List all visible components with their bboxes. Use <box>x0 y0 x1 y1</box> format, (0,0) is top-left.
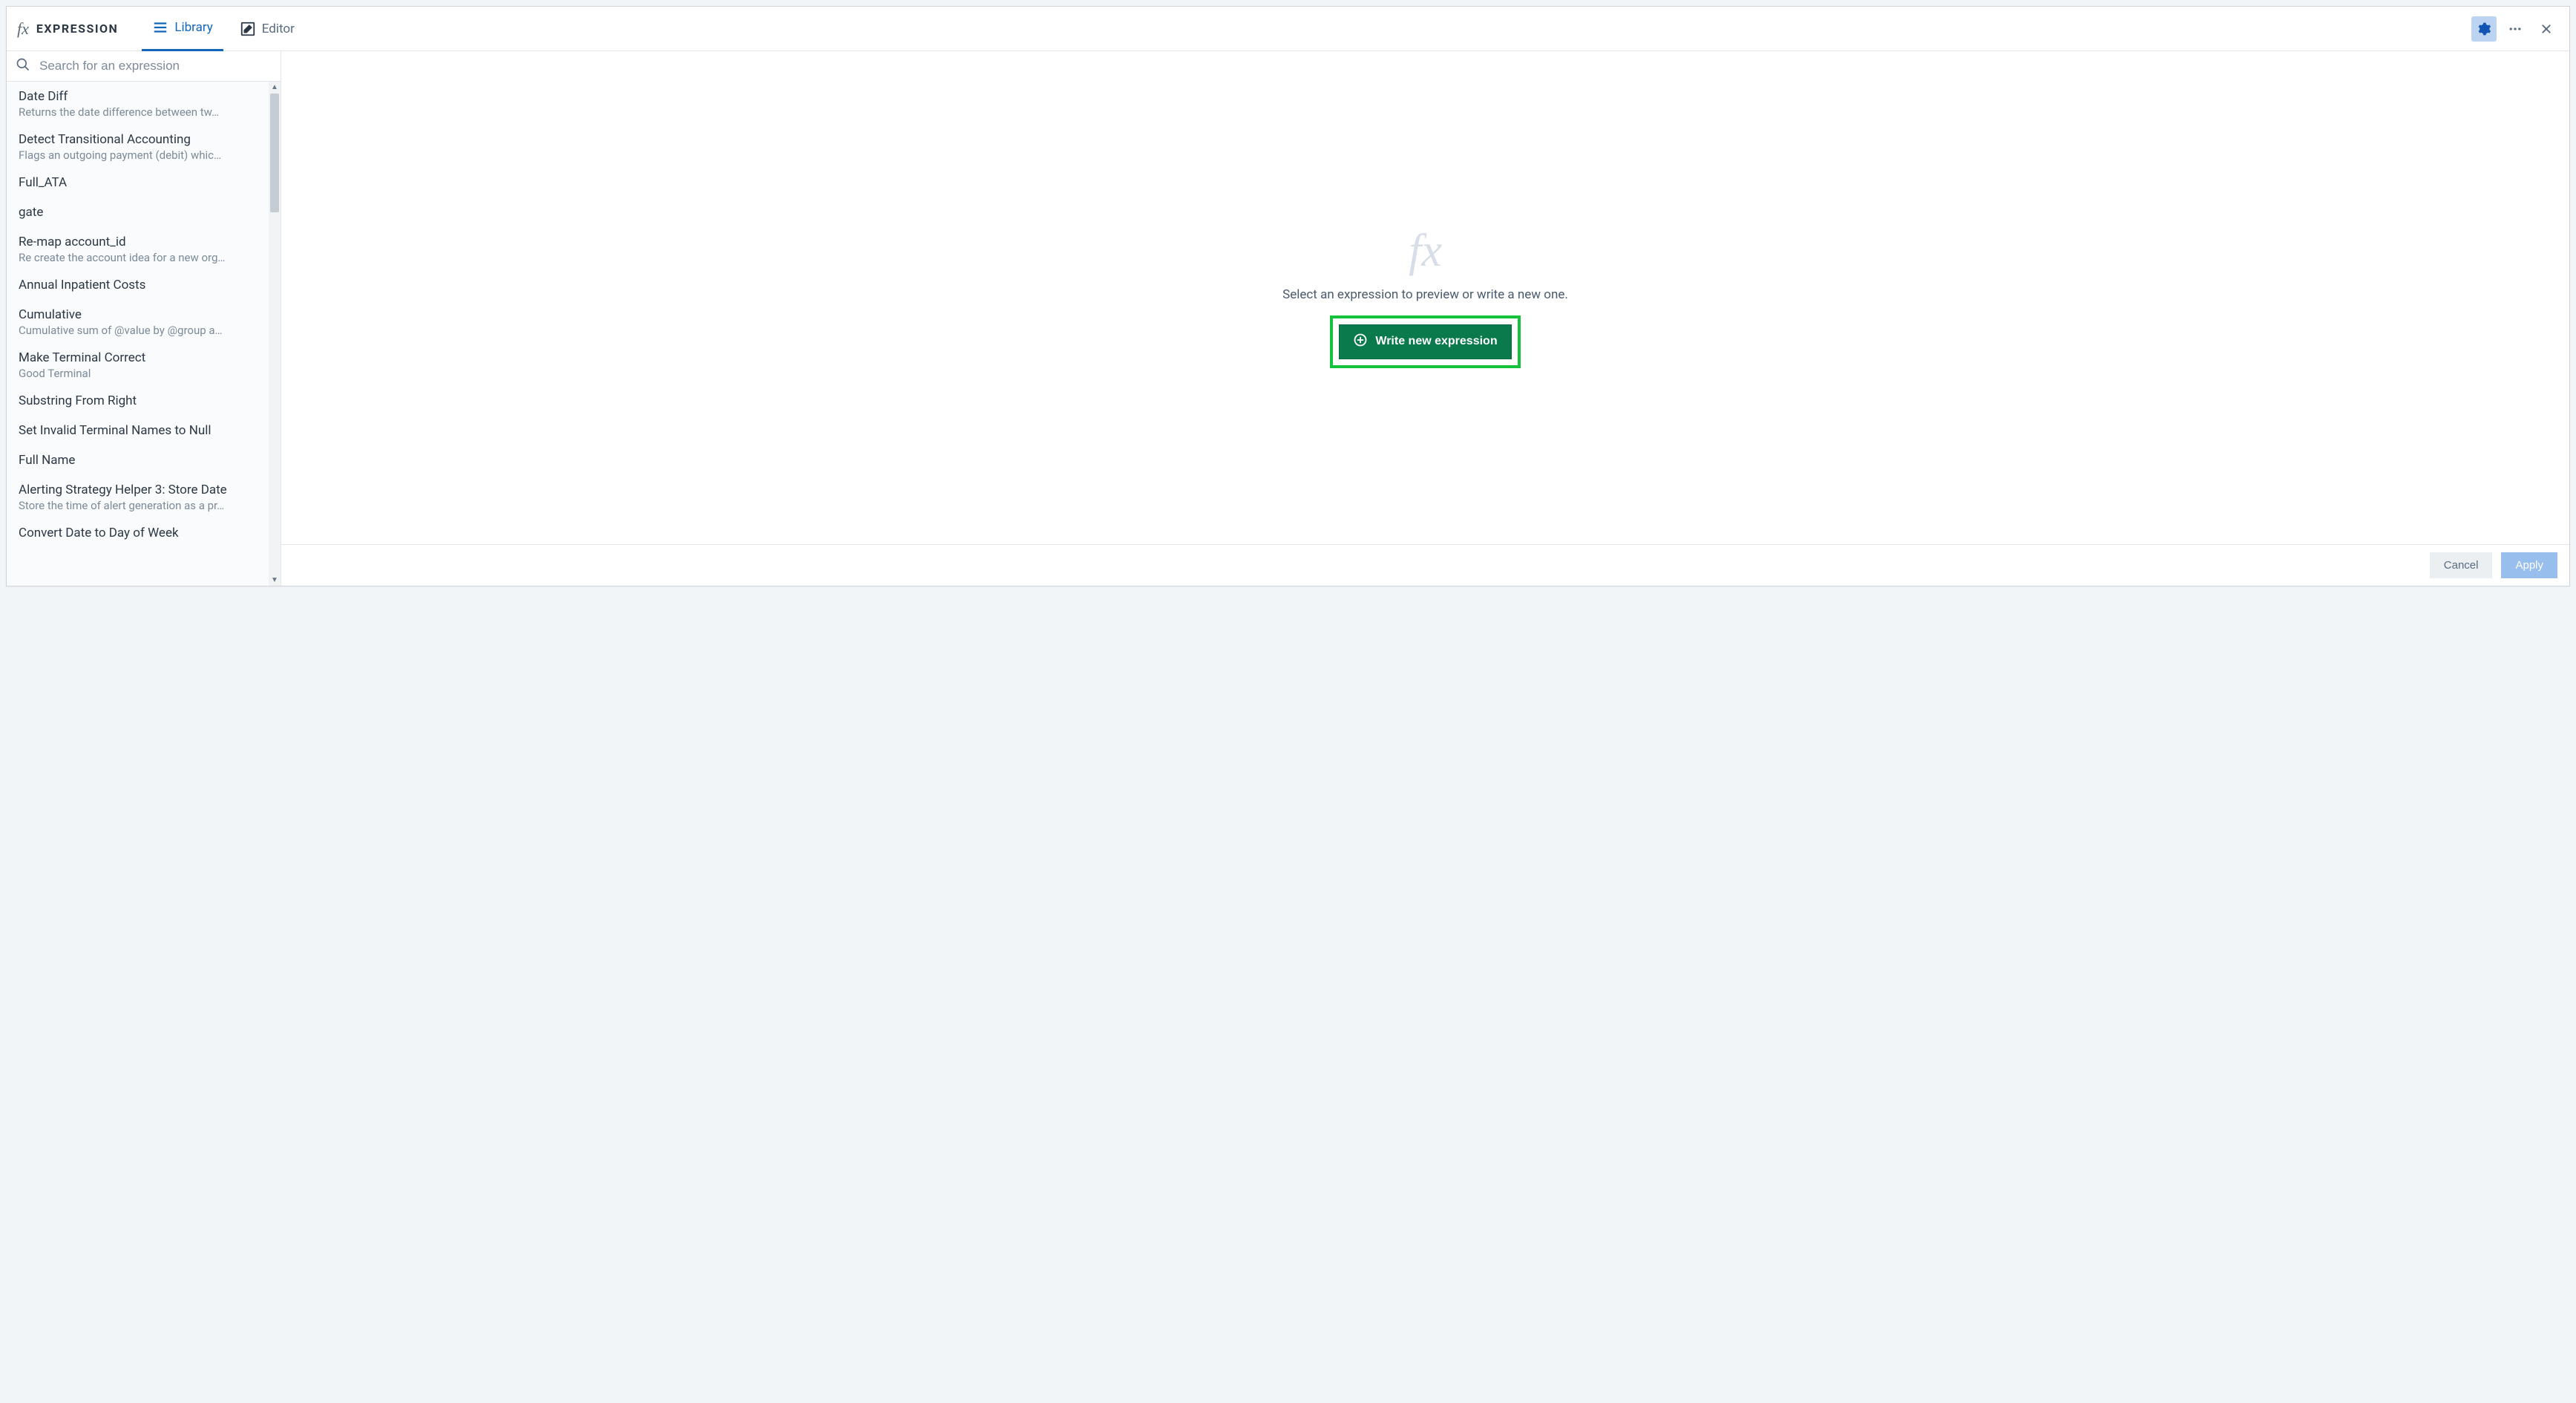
expression-item[interactable]: Substring From Right <box>7 386 281 416</box>
panel-title: EXPRESSION <box>36 22 118 36</box>
gear-icon <box>2477 22 2491 36</box>
expression-item-title: gate <box>19 205 269 220</box>
apply-button[interactable]: Apply <box>2501 552 2557 578</box>
footer-bar: Cancel Apply <box>281 544 2569 586</box>
plus-circle-icon <box>1353 333 1368 351</box>
expression-item-title: Re-map account_id <box>19 235 269 249</box>
header-bar: fx EXPRESSION Library Edito <box>7 7 2569 51</box>
main-pane: fx Select an expression to preview or wr… <box>281 51 2569 586</box>
expression-item-title: Annual Inpatient Costs <box>19 278 269 292</box>
expression-item-subtitle: Cumulative sum of @value by @group a… <box>19 324 256 337</box>
expression-item[interactable]: Convert Date to Day of Week <box>7 518 281 548</box>
search-icon <box>16 57 30 75</box>
expression-item-title: Convert Date to Day of Week <box>19 526 269 540</box>
expression-item-title: Date Diff <box>19 89 269 104</box>
expression-item-title: Detect Transitional Accounting <box>19 132 269 147</box>
cta-highlight: Write new expression <box>1330 315 1520 368</box>
expression-panel: fx EXPRESSION Library Edito <box>6 6 2570 586</box>
expression-item-title: Substring From Right <box>19 393 269 408</box>
empty-state-message: Select an expression to preview or write… <box>1282 287 1568 302</box>
close-icon <box>2540 22 2553 36</box>
expression-item[interactable]: Date DiffReturns the date difference bet… <box>7 82 281 125</box>
close-button[interactable] <box>2534 16 2559 42</box>
fx-large-icon: fx <box>1409 228 1442 274</box>
tab-label: Editor <box>262 22 295 36</box>
expression-sidebar: Date DiffReturns the date difference bet… <box>7 51 281 586</box>
write-new-expression-button[interactable]: Write new expression <box>1339 324 1511 359</box>
search-input[interactable] <box>38 58 272 74</box>
expression-item-subtitle: Flags an outgoing payment (debit) whic… <box>19 148 256 162</box>
scrollbar[interactable]: ▲ ▼ <box>269 82 281 586</box>
expression-item[interactable]: Make Terminal Correct Good Terminal <box>7 343 281 386</box>
scroll-thumb[interactable] <box>270 94 279 212</box>
panel-title-group: fx EXPRESSION <box>17 21 136 37</box>
more-icon <box>2508 22 2523 36</box>
expression-item[interactable]: Full_ATA <box>7 168 281 197</box>
settings-button[interactable] <box>2471 16 2497 42</box>
expression-list: Date DiffReturns the date difference bet… <box>7 82 281 548</box>
scroll-down-icon[interactable]: ▼ <box>271 575 278 586</box>
edit-icon <box>240 21 256 37</box>
fx-icon: fx <box>17 21 29 37</box>
expression-item[interactable]: Full Name <box>7 445 281 475</box>
expression-item[interactable]: gate <box>7 197 281 227</box>
hamburger-icon <box>152 19 168 36</box>
tab-editor[interactable]: Editor <box>229 7 305 51</box>
expression-item-subtitle: Good Terminal <box>19 367 256 380</box>
expression-item[interactable]: Annual Inpatient Costs <box>7 270 281 300</box>
more-button[interactable] <box>2503 16 2528 42</box>
expression-item[interactable]: Re-map account_id Re create the account i… <box>7 227 281 270</box>
expression-item[interactable]: Cumulative Cumulative sum of @value by @g… <box>7 300 281 343</box>
cta-label: Write new expression <box>1375 335 1497 348</box>
expression-item[interactable]: Detect Transitional AccountingFlags an o… <box>7 125 281 168</box>
expression-item-title: Cumulative <box>19 307 269 322</box>
content-area: Date DiffReturns the date difference bet… <box>7 51 2569 586</box>
expression-item-title: Set Invalid Terminal Names to Null <box>19 423 269 438</box>
expression-item-subtitle: Re create the account idea for a new org… <box>19 251 256 264</box>
tab-label: Library <box>174 20 212 35</box>
expression-list-scrollarea: Date DiffReturns the date difference bet… <box>7 82 281 586</box>
expression-item[interactable]: Set Invalid Terminal Names to Null <box>7 416 281 445</box>
search-row <box>7 51 281 82</box>
expression-item-title: Full_ATA <box>19 175 269 190</box>
expression-item-subtitle: Returns the date difference between tw… <box>19 105 256 119</box>
tab-library[interactable]: Library <box>142 7 223 51</box>
empty-state: fx Select an expression to preview or wr… <box>281 51 2569 544</box>
expression-item-title: Make Terminal Correct <box>19 350 269 365</box>
expression-item-subtitle: Store the time of alert generation as a … <box>19 499 256 512</box>
expression-item[interactable]: Alerting Strategy Helper 3: Store Date St… <box>7 475 281 518</box>
scroll-up-icon[interactable]: ▲ <box>271 82 278 93</box>
expression-item-title: Full Name <box>19 453 269 468</box>
cancel-button[interactable]: Cancel <box>2430 552 2493 578</box>
expression-item-title: Alerting Strategy Helper 3: Store Date <box>19 483 269 497</box>
